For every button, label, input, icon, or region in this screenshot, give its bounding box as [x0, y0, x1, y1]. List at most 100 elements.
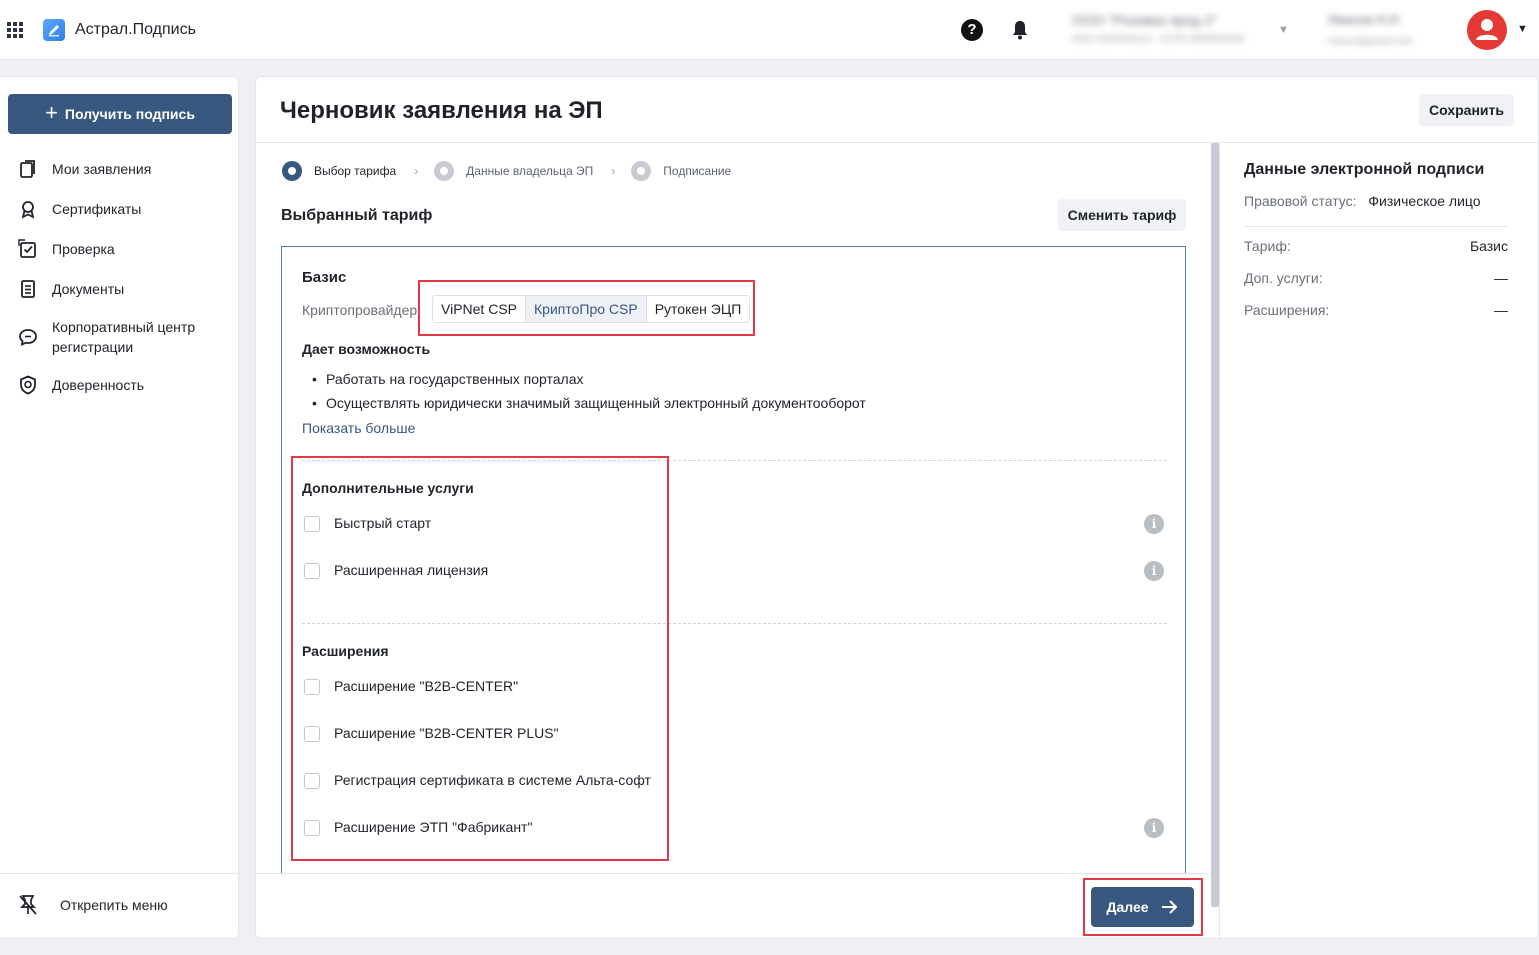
crypto-provider-selector[interactable]: ViPNet CSP КриптоПро CSP Рутокен ЭЦП: [432, 295, 751, 323]
summary-row-value: —: [1494, 302, 1508, 318]
step-choose-tariff[interactable]: Выбор тарифа: [282, 161, 396, 181]
checkbox[interactable]: [304, 726, 320, 742]
option-label[interactable]: Расширение ЭТП "Фабрикант": [334, 819, 532, 835]
sidebar-item-power-of-attorney[interactable]: Доверенность: [18, 375, 144, 395]
option-label[interactable]: Быстрый старт: [334, 515, 431, 531]
summary-row-label: Расширения:: [1244, 302, 1330, 318]
get-signature-button[interactable]: + Получить подпись: [8, 94, 232, 134]
sidebar-item-label: Доверенность: [52, 377, 145, 393]
option-b2b-center-plus: Расширение "B2B-CENTER PLUS": [304, 723, 1174, 745]
avatar[interactable]: [1467, 10, 1507, 50]
org-chevron-down-icon[interactable]: ▼: [1278, 24, 1289, 36]
sidebar-item-certificates[interactable]: Сертификаты: [18, 199, 141, 219]
step-owner-data[interactable]: Данные владельца ЭП: [434, 161, 593, 181]
app-title[interactable]: Астрал.Подпись: [75, 21, 196, 39]
summary-row-tariff: Тариф: Базис: [1244, 238, 1508, 254]
selected-tariff-title: Выбранный тариф: [281, 207, 433, 224]
info-icon[interactable]: i: [1144, 561, 1164, 581]
step-pending-icon: [631, 161, 652, 181]
plus-icon: +: [45, 100, 58, 125]
capabilities-list: Работать на государственных порталах Осу…: [312, 367, 866, 415]
crypto-provider-label: Криптопровайдер: [302, 302, 418, 318]
next-button[interactable]: Далее: [1091, 887, 1194, 927]
user-chevron-down-icon[interactable]: ▼: [1517, 23, 1528, 35]
chat-icon: [19, 329, 37, 346]
user-name[interactable]: Иванов И.И.: [1328, 12, 1402, 27]
step-active-icon: [282, 161, 302, 181]
change-tariff-button[interactable]: Сменить тариф: [1058, 199, 1186, 231]
checkbox[interactable]: [304, 516, 320, 532]
info-icon[interactable]: i: [1144, 818, 1164, 838]
checkbox[interactable]: [304, 820, 320, 836]
legal-status: Правовой статус: Физическое лицо: [1244, 193, 1481, 209]
option-extended-license: Расширенная лицензия i: [304, 560, 1174, 582]
chevron-right-icon: ›: [611, 164, 616, 178]
step-signing[interactable]: Подписание: [631, 161, 731, 181]
summary-row-label: Тариф:: [1244, 238, 1291, 254]
option-label[interactable]: Расширение "B2B-CENTER": [334, 678, 518, 694]
option-quick-start: Быстрый старт i: [304, 513, 1174, 535]
dashed-divider: [302, 623, 1167, 624]
documents-icon: [20, 160, 35, 178]
option-label[interactable]: Расширение "B2B-CENTER PLUS": [334, 725, 559, 741]
next-label: Далее: [1106, 899, 1149, 915]
summary-title: Данные электронной подписи: [1244, 161, 1485, 178]
option-label[interactable]: Расширенная лицензия: [334, 562, 488, 578]
scrollbar[interactable]: [1211, 143, 1219, 907]
sidebar-item-label: Проверка: [52, 241, 115, 257]
crypto-option-rutoken[interactable]: Рутокен ЭЦП: [646, 296, 750, 322]
bell-icon[interactable]: [1010, 19, 1030, 41]
info-icon[interactable]: i: [1144, 514, 1164, 534]
chevron-right-icon: ›: [414, 164, 419, 178]
summary-panel: Данные электронной подписи Правовой стат…: [1219, 143, 1538, 938]
checkbox[interactable]: [304, 563, 320, 579]
sidebar-item-label: Документы: [52, 281, 125, 297]
capabilities-title: Дает возможность: [302, 341, 431, 357]
org-details: ИНН 5045693114 · ОГРН 9958081581: [1072, 34, 1246, 45]
org-name[interactable]: ООО "Розовка прод 2": [1072, 12, 1217, 28]
sidebar: + Получить подпись Мои заявления Сертифи…: [0, 76, 239, 939]
legal-status-value: Физическое лицо: [1368, 193, 1481, 209]
file-list-icon: [21, 280, 35, 298]
stepper: Выбор тарифа › Данные владельца ЭП › Под…: [282, 161, 731, 181]
checkbox[interactable]: [304, 679, 320, 695]
option-fabrikant: Расширение ЭТП "Фабрикант" i: [304, 817, 1174, 839]
summary-row-extensions: Расширения: —: [1244, 302, 1508, 318]
sidebar-item-my-applications[interactable]: Мои заявления: [18, 159, 151, 179]
summary-row-value: —: [1494, 270, 1508, 286]
step-label: Данные владельца ЭП: [466, 164, 594, 178]
sidebar-footer: Открепить меню: [0, 873, 238, 939]
tariff-card: Базис Криптопровайдер ViPNet CSP КриптоП…: [281, 246, 1186, 873]
sidebar-item-label: Мои заявления: [52, 161, 152, 177]
main-card: Черновик заявления на ЭП Сохранить Выбор…: [255, 76, 1539, 939]
crypto-option-cryptopro[interactable]: КриптоПро CSP: [526, 296, 647, 322]
show-more-link[interactable]: Показать больше: [302, 420, 415, 436]
shield-icon: [20, 375, 36, 395]
checkbox[interactable]: [304, 773, 320, 789]
footer-divider: [256, 873, 1211, 874]
crypto-option-vipnet[interactable]: ViPNet CSP: [433, 296, 526, 322]
sidebar-item-corporate-center[interactable]: Корпоративный центр регистрации: [18, 317, 212, 357]
extra-services-title: Дополнительные услуги: [302, 480, 474, 496]
option-label[interactable]: Регистрация сертификата в системе Альта-…: [334, 772, 651, 788]
sidebar-item-documents[interactable]: Документы: [18, 279, 124, 299]
sidebar-item-label: Сертификаты: [52, 201, 142, 217]
option-b2b-center: Расширение "B2B-CENTER": [304, 676, 1174, 698]
unpin-menu-label: Открепить меню: [60, 897, 168, 913]
option-alta-soft: Регистрация сертификата в системе Альта-…: [304, 770, 1174, 792]
summary-row-label: Доп. услуги:: [1244, 270, 1323, 286]
extensions-title: Расширения: [302, 643, 389, 659]
app-logo-icon: [43, 19, 65, 41]
legal-status-label: Правовой статус:: [1244, 193, 1357, 209]
summary-divider: [1244, 226, 1508, 227]
summary-row-value: Базис: [1469, 238, 1508, 254]
save-button[interactable]: Сохранить: [1419, 94, 1514, 126]
sidebar-item-label: Корпоративный центр регистрации: [52, 319, 196, 355]
user-email: ivanov@gmail.com: [1328, 36, 1413, 47]
apps-grid-icon[interactable]: [7, 22, 23, 38]
content-scroll-area[interactable]: Выбор тарифа › Данные владельца ЭП › Под…: [256, 143, 1218, 873]
sidebar-item-verification[interactable]: Проверка: [18, 239, 115, 259]
help-icon[interactable]: ?: [961, 19, 983, 41]
unpin-menu-button[interactable]: Открепить меню: [18, 894, 168, 916]
tariff-name: Базис: [302, 269, 347, 286]
